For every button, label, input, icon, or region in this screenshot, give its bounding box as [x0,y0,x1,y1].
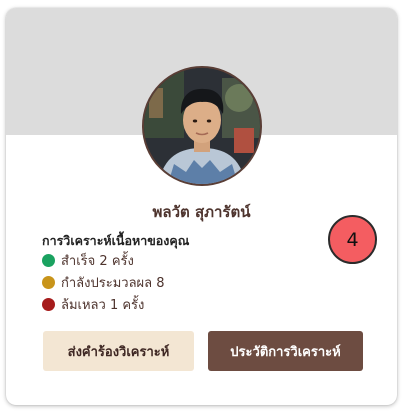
processing-label: กำลังประมวลผล 8 [61,276,165,291]
success-label: สำเร็จ 2 ครั้ง [61,254,134,269]
status-processing-row: กำลังประมวลผล 8 [42,272,165,293]
avatar-photo [144,68,260,184]
analysis-title: การวิเคราะห์เนื้อหาของคุณ [42,233,190,248]
failed-dot-icon [42,298,55,311]
status-success-row: สำเร็จ 2 ครั้ง [42,250,134,271]
avatar [142,66,262,186]
processing-dot-icon [42,276,55,289]
success-dot-icon [42,254,55,267]
failed-label: ล้มเหลว 1 ครั้ง [61,298,145,313]
status-failed-row: ล้มเหลว 1 ครั้ง [42,294,144,315]
analysis-history-button[interactable]: ประวัติการวิเคราะห์ [208,331,363,371]
profile-card: พลวัต สุภารัตน์ การวิเคราะห์เนื้อหาของคุ… [6,8,397,405]
count-badge: 4 [328,215,377,264]
request-analysis-button[interactable]: ส่งคำร้องวิเคราะห์ [43,331,194,371]
